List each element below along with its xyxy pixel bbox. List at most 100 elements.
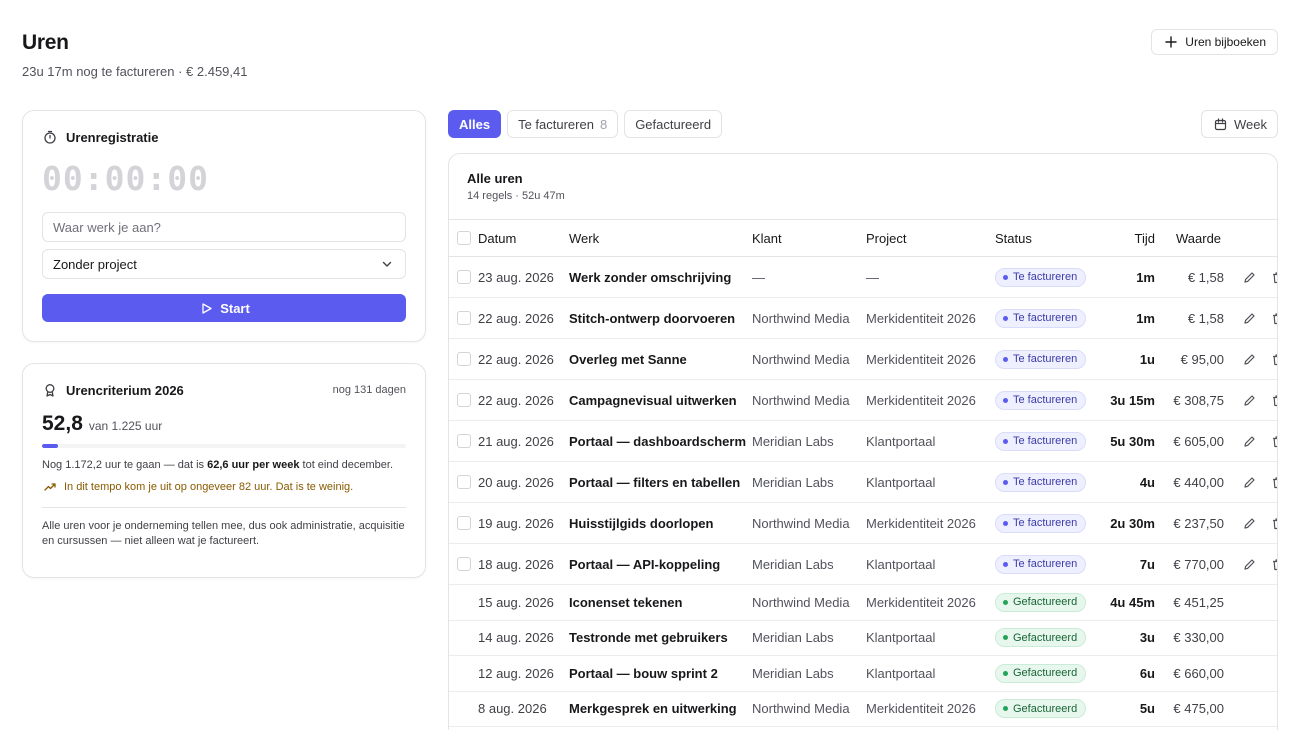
table-row[interactable]: 18 aug. 2026 Portaal — API-koppeling Merid… xyxy=(449,544,1277,585)
status-dot xyxy=(1003,635,1008,641)
pencil-icon[interactable] xyxy=(1241,351,1257,367)
table-row[interactable]: 12 aug. 2026 Portaal — bouw sprint 2 Merid… xyxy=(449,656,1277,692)
row-work: Portaal — dashboardscherm xyxy=(569,433,746,449)
row-client: Northwind Media xyxy=(752,310,850,326)
add-hours-button[interactable]: Uren bijboeken xyxy=(1151,29,1278,55)
page-title: Uren xyxy=(22,31,69,54)
warning-text: In dit tempo kom je uit op ongeveer 82 u… xyxy=(64,481,354,493)
status-label: Te factureren xyxy=(1013,476,1078,488)
col-value[interactable]: Waarde xyxy=(1176,220,1221,256)
hours-target: van 1.225 uur xyxy=(88,419,163,433)
table-row[interactable]: 22 aug. 2026 Overleg met Sanne Northwind M… xyxy=(449,339,1277,380)
row-value: € 1,58 xyxy=(1187,269,1224,285)
row-time: 1m xyxy=(1136,269,1155,285)
table-row[interactable]: 19 aug. 2026 Huisstijlgids doorlopen North… xyxy=(449,503,1277,544)
work-description-input[interactable]: Waar werk je aan? xyxy=(42,212,406,242)
row-date: 19 aug. 2026 xyxy=(478,515,554,531)
period-week-button[interactable]: Week xyxy=(1201,110,1278,138)
start-button[interactable]: Start xyxy=(42,294,406,322)
row-work: Portaal — bouw sprint 2 xyxy=(569,665,718,681)
pencil-icon[interactable] xyxy=(1241,269,1257,285)
row-work: Overleg met Sanne xyxy=(569,351,687,367)
col-client[interactable]: Klant xyxy=(752,220,782,256)
tab-to-invoice[interactable]: Te factureren 8 xyxy=(507,110,619,138)
pencil-icon[interactable] xyxy=(1241,433,1257,449)
table-row[interactable]: 20 aug. 2026 Portaal — filters en tabelle… xyxy=(449,462,1277,503)
row-client: Northwind Media xyxy=(752,701,850,717)
status-badge: Te factureren xyxy=(995,267,1087,287)
trash-icon[interactable] xyxy=(1269,433,1277,449)
pencil-icon[interactable] xyxy=(1241,556,1257,572)
row-client: Meridian Labs xyxy=(752,630,834,646)
table-row[interactable]: 21 aug. 2026 Portaal — dashboardscherm Mer… xyxy=(449,421,1277,462)
table-body: 23 aug. 2026 Werk zonder omschrijving — — Te… xyxy=(449,257,1277,727)
row-project: Merkidentiteit 2026 xyxy=(866,515,976,531)
col-date[interactable]: Datum xyxy=(478,220,516,256)
row-checkbox[interactable] xyxy=(457,311,471,325)
status-dot xyxy=(1003,520,1008,526)
row-date: 22 aug. 2026 xyxy=(478,351,554,367)
row-checkbox[interactable] xyxy=(457,434,471,448)
row-value: € 440,00 xyxy=(1173,474,1224,490)
row-time: 5u xyxy=(1139,701,1155,717)
trash-icon[interactable] xyxy=(1269,310,1277,326)
work-description-placeholder: Waar werk je aan? xyxy=(53,219,161,235)
pencil-icon[interactable] xyxy=(1241,310,1257,326)
tab-invoiced[interactable]: Gefactureerd xyxy=(624,110,723,138)
col-time[interactable]: Tijd xyxy=(1135,220,1155,256)
trash-icon[interactable] xyxy=(1269,556,1277,572)
row-project: Merkidentiteit 2026 xyxy=(866,310,976,326)
trash-icon[interactable] xyxy=(1269,515,1277,531)
table-row[interactable]: 15 aug. 2026 Iconenset tekenen Northwind M… xyxy=(449,585,1277,621)
trash-icon[interactable] xyxy=(1269,269,1277,285)
criterion-title: Urencriterium 2026 xyxy=(66,382,184,398)
table-row[interactable]: 22 aug. 2026 Campagnevisual uitwerken Nort… xyxy=(449,380,1277,421)
row-project: Klantportaal xyxy=(866,665,936,681)
status-dot xyxy=(1003,438,1008,444)
row-project: Merkidentiteit 2026 xyxy=(866,594,976,610)
row-checkbox[interactable] xyxy=(457,393,471,407)
row-date: 22 aug. 2026 xyxy=(478,392,554,408)
row-project: Merkidentiteit 2026 xyxy=(866,392,976,408)
trash-icon[interactable] xyxy=(1269,474,1277,490)
col-status[interactable]: Status xyxy=(995,220,1032,256)
table-title: Alle uren xyxy=(467,171,523,186)
col-project[interactable]: Project xyxy=(866,220,906,256)
pencil-icon[interactable] xyxy=(1241,474,1257,490)
row-time: 4u 45m xyxy=(1110,594,1155,610)
row-checkbox[interactable] xyxy=(457,557,471,571)
row-time: 7u xyxy=(1139,556,1155,572)
row-time: 5u 30m xyxy=(1110,433,1155,449)
pencil-icon[interactable] xyxy=(1241,392,1257,408)
select-all-checkbox[interactable] xyxy=(457,231,471,245)
row-work: Huisstijlgids doorlopen xyxy=(569,515,714,531)
timer-display: 00:00:00 xyxy=(42,159,209,198)
status-label: Te factureren xyxy=(1013,558,1078,570)
table-row[interactable]: 8 aug. 2026 Merkgesprek en uitwerking Nort… xyxy=(449,692,1277,727)
row-checkbox[interactable] xyxy=(457,352,471,366)
row-time: 6u xyxy=(1139,665,1155,681)
timer-header: Urenregistratie xyxy=(42,129,406,145)
trash-icon[interactable] xyxy=(1269,392,1277,408)
row-work: Portaal — filters en tabellen xyxy=(569,474,741,490)
tab-all[interactable]: Alles xyxy=(448,110,502,138)
pencil-icon[interactable] xyxy=(1241,515,1257,531)
col-work[interactable]: Werk xyxy=(569,220,599,256)
trash-icon[interactable] xyxy=(1269,351,1277,367)
row-project: Klantportaal xyxy=(866,474,936,490)
start-label: Start xyxy=(220,300,250,316)
row-checkbox[interactable] xyxy=(457,270,471,284)
project-select-value: Zonder project xyxy=(53,256,137,272)
row-project: — xyxy=(866,269,879,285)
table-row[interactable]: 14 aug. 2026 Testronde met gebruikers Meri… xyxy=(449,621,1277,656)
filter-tabs: Alles Te factureren 8 Gefactureerd xyxy=(448,110,723,138)
row-checkbox[interactable] xyxy=(457,516,471,530)
table-row[interactable]: 23 aug. 2026 Werk zonder omschrijving — — Te… xyxy=(449,257,1277,298)
row-checkbox[interactable] xyxy=(457,475,471,489)
status-badge: Gefactureerd xyxy=(995,628,1087,648)
status-dot xyxy=(1003,274,1008,280)
status-dot xyxy=(1003,599,1008,605)
table-row[interactable]: 22 aug. 2026 Stitch-ontwerp doorvoeren Nor… xyxy=(449,298,1277,339)
status-badge: Gefactureerd xyxy=(995,663,1087,683)
project-select[interactable]: Zonder project xyxy=(42,249,406,279)
